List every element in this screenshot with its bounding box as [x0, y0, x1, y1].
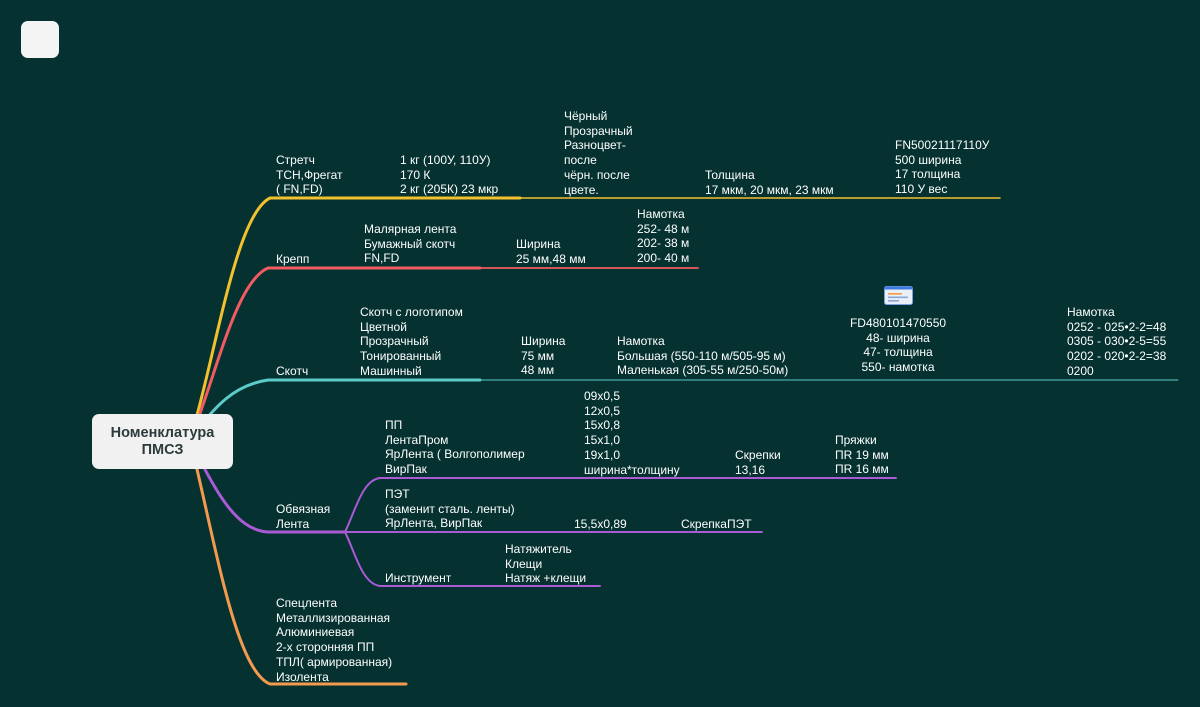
node-obvyaz-pp-clips[interactable]: Скрепки 13,16	[735, 448, 781, 477]
node-stretch-thickness[interactable]: Толщина 17 мкм, 20 мкм, 23 мкм	[705, 168, 834, 197]
node-stretch-colors[interactable]: Чёрный Прозрачный Разноцвет- после чёрн.…	[564, 109, 633, 197]
node-obvyaz-pet-clip[interactable]: СкрепкаПЭТ	[681, 517, 752, 532]
node-skotch-types[interactable]: Скотч с логотипом Цветной Прозрачный Тон…	[360, 305, 463, 379]
node-obvyaz[interactable]: Обвязная Лента	[276, 502, 330, 531]
node-skotch[interactable]: Скотч	[276, 364, 308, 379]
note-icon[interactable]	[884, 286, 913, 305]
node-stretch-weights[interactable]: 1 кг (100У, 110У) 170 К 2 кг (205К) 23 м…	[400, 153, 498, 197]
branch-stretch	[188, 196, 522, 442]
node-obvyaz-pp-sizes[interactable]: 09х0,5 12х0,5 15х0,8 15х1,0 19х1,0 ширин…	[584, 389, 680, 477]
node-stretch-article[interactable]: FN50021117110У 500 ширина 17 толщина 110…	[895, 138, 989, 197]
node-krepp-types[interactable]: Малярная лента Бумажный скотч FN,FD	[364, 222, 456, 266]
node-skotch-article[interactable]: FD480101470550 48- ширина 47- толщина 55…	[838, 316, 958, 375]
node-obvyaz-pet-size[interactable]: 15,5х0,89	[574, 517, 627, 532]
node-obvyaz-pp[interactable]: ПП ЛентаПром ЯрЛента ( Волгополимер ВирП…	[385, 418, 525, 477]
node-skotch-width[interactable]: Ширина 75 мм 48 мм	[521, 334, 565, 378]
node-krepp[interactable]: Крепп	[276, 252, 309, 267]
node-stretch[interactable]: Стретч ТСН,Фрегат ( FN,FD)	[276, 153, 343, 197]
node-skotch-codes[interactable]: Намотка 0252 - 025•2-2=48 0305 - 030•2-5…	[1067, 305, 1166, 379]
node-obvyaz-pet[interactable]: ПЭТ (заменит сталь. ленты) ЯрЛента, ВирП…	[385, 487, 515, 531]
root-node[interactable]: Номенклатура ПМСЗ	[92, 414, 233, 469]
node-obvyaz-pp-buckles[interactable]: Пряжки ПR 19 мм ПR 16 мм	[835, 433, 889, 477]
node-skotch-winding[interactable]: Намотка Большая (550-110 м/505-95 м) Мал…	[617, 334, 788, 378]
mind-map-branches	[188, 196, 1179, 686]
app-menu-button[interactable]	[21, 21, 59, 58]
node-krepp-width[interactable]: Ширина 25 мм,48 мм	[516, 237, 586, 266]
node-obvyaz-tool[interactable]: Инструмент	[385, 571, 451, 586]
node-obvyaz-tool-items[interactable]: Натяжитель Клещи Натяж +клещи	[505, 542, 586, 586]
node-krepp-winding[interactable]: Намотка 252- 48 м 202- 38 м 200- 40 м	[637, 207, 689, 266]
mind-map-canvas[interactable]: Номенклатура ПМСЗ Стретч ТСН,Фрегат ( FN…	[0, 0, 1200, 707]
node-speclenta[interactable]: Спецлента Металлизированная Алюминиевая …	[276, 596, 392, 684]
